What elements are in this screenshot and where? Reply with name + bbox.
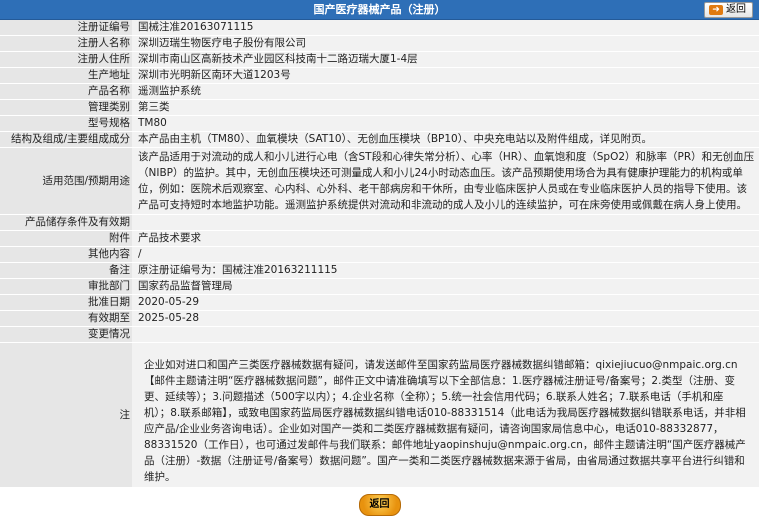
note-label: 注 <box>0 342 132 488</box>
row-value: 遥测监护系统 <box>132 83 759 100</box>
row-label: 备注 <box>0 262 132 279</box>
row-value: 2025-05-28 <box>132 310 759 327</box>
back-button-top[interactable]: ➜ 返回 <box>704 2 753 18</box>
row-label: 型号规格 <box>0 115 132 132</box>
table-row: 结构及组成/主要组成成分 本产品由主机（TM80）、血氧模块（SAT10）、无创血… <box>0 131 759 148</box>
row-value: 深圳迈瑞生物医疗电子股份有限公司 <box>132 35 759 52</box>
row-value: TM80 <box>132 115 759 132</box>
row-value: 2020-05-29 <box>132 294 759 311</box>
note-text: 企业如对进口和国产三类医疗器械数据有疑问，请发送邮件至国家药监局医疗器械数据纠错… <box>144 359 746 483</box>
row-label: 其他内容 <box>0 246 132 263</box>
table-row: 产品名称 遥测监护系统 <box>0 83 759 100</box>
row-label: 有效期至 <box>0 310 132 327</box>
row-value: 原注册证编号为：国械注准20163211115 <box>132 262 759 279</box>
row-value: / <box>132 246 759 263</box>
row-label: 注册证编号 <box>0 20 132 36</box>
table-row: 其他内容 / <box>0 246 759 263</box>
table-row: 备注 原注册证编号为：国械注准20163211115 <box>0 262 759 279</box>
table-row: 适用范围/预期用途 该产品适用于对流动的成人和小儿进行心电（含ST段和心律失常分析… <box>0 147 759 215</box>
footer: 返回 <box>0 488 759 516</box>
row-label: 变更情况 <box>0 326 132 343</box>
arrow-icon: ➜ <box>709 5 723 15</box>
row-value: 深圳市光明新区南环大道1203号 <box>132 67 759 84</box>
row-label: 注册人名称 <box>0 35 132 52</box>
back-button-label: 返回 <box>726 4 746 15</box>
row-value <box>132 326 759 343</box>
row-label: 管理类别 <box>0 99 132 116</box>
row-value: 深圳市南山区高新技术产业园区科技南十二路迈瑞大厦1-4层 <box>132 51 759 68</box>
row-label: 结构及组成/主要组成成分 <box>0 131 132 148</box>
table-row: 审批部门 国家药品监督管理局 <box>0 278 759 295</box>
row-value: 产品技术要求 <box>132 230 759 247</box>
row-label: 注册人住所 <box>0 51 132 68</box>
table-row: 型号规格 TM80 <box>0 115 759 132</box>
row-value: 该产品适用于对流动的成人和小儿进行心电（含ST段和心律失常分析）、心率（HR）、… <box>132 147 759 215</box>
table-row: 注册证编号 国械注准20163071115 <box>0 20 759 36</box>
table-row: 产品储存条件及有效期 <box>0 214 759 231</box>
table-row: 附件 产品技术要求 <box>0 230 759 247</box>
table-row: 生产地址 深圳市光明新区南环大道1203号 <box>0 67 759 84</box>
header-bar: 国产医疗器械产品（注册） ➜ 返回 <box>0 0 759 20</box>
table-row: 注册人住所 深圳市南山区高新技术产业园区科技南十二路迈瑞大厦1-4层 <box>0 51 759 68</box>
row-label: 附件 <box>0 230 132 247</box>
table-row: 管理类别 第三类 <box>0 99 759 116</box>
row-value: 国械注准20163071115 <box>132 20 759 36</box>
note-cell: 企业如对进口和国产三类医疗器械数据有疑问，请发送邮件至国家药监局医疗器械数据纠错… <box>132 342 759 488</box>
row-label: 产品储存条件及有效期 <box>0 214 132 231</box>
page-title: 国产医疗器械产品（注册） <box>313 3 446 16</box>
table-row: 批准日期 2020-05-29 <box>0 294 759 311</box>
row-label: 生产地址 <box>0 67 132 84</box>
row-label: 批准日期 <box>0 294 132 311</box>
row-value: 第三类 <box>132 99 759 116</box>
row-label: 适用范围/预期用途 <box>0 147 132 215</box>
note-row: 注 企业如对进口和国产三类医疗器械数据有疑问，请发送邮件至国家药监局医疗器械数据… <box>0 342 759 488</box>
detail-table: 注册证编号 国械注准20163071115 注册人名称 深圳迈瑞生物医疗电子股份有限… <box>0 20 759 488</box>
page: 国产医疗器械产品（注册） ➜ 返回 注册证编号 国械注准20163071115 注… <box>0 0 759 516</box>
row-value: 本产品由主机（TM80）、血氧模块（SAT10）、无创血压模块（BP10）、中央… <box>132 131 759 148</box>
row-label: 审批部门 <box>0 278 132 295</box>
table-row: 有效期至 2025-05-28 <box>0 310 759 327</box>
table-row: 变更情况 <box>0 326 759 343</box>
row-label: 产品名称 <box>0 83 132 100</box>
table-row: 注册人名称 深圳迈瑞生物医疗电子股份有限公司 <box>0 35 759 52</box>
row-value: 国家药品监督管理局 <box>132 278 759 295</box>
row-value <box>132 214 759 231</box>
